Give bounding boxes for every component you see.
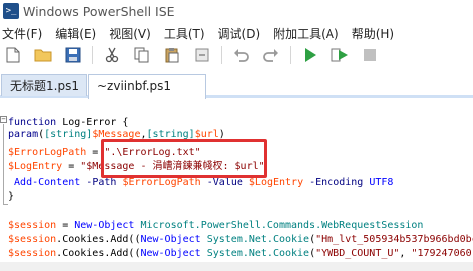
code-token: -Path	[86, 177, 117, 188]
horizontal-scrollbar[interactable]	[0, 262, 473, 271]
stop-icon[interactable]	[359, 45, 381, 65]
menu-view[interactable]: 视图(V)	[106, 25, 154, 42]
window-title: Windows PowerShell ISE	[23, 3, 175, 19]
code-token: -Value	[206, 177, 243, 188]
fold-gutter: −	[0, 116, 8, 206]
menu-file[interactable]: 文件(F)	[0, 25, 45, 42]
code-token: }	[8, 191, 15, 202]
code-token: $LogEntry	[248, 177, 304, 188]
code-token: $ErrorLogPath	[8, 147, 87, 158]
toolbar-separator	[290, 46, 291, 64]
code-token: $ErrorLogPath	[122, 177, 201, 188]
code-token: New-Object	[140, 248, 201, 259]
fold-end	[3, 204, 8, 205]
code-token: Microsoft.PowerShell.Commands.WebRequest…	[140, 220, 424, 231]
code-token: $session	[8, 248, 57, 259]
code-line[interactable]: }	[8, 191, 14, 203]
redo-icon[interactable]	[260, 45, 282, 65]
code-token: =	[56, 220, 75, 231]
menu-edit[interactable]: 编辑(E)	[52, 25, 99, 42]
code-token: UTF8	[369, 177, 394, 188]
code-token: ,	[399, 248, 412, 259]
code-token: -Encoding	[309, 177, 364, 188]
code-token: Log-Error {	[62, 117, 129, 128]
annotation-highlight	[101, 139, 267, 178]
save-icon[interactable]	[62, 45, 84, 65]
code-token: System.Net.Cookie	[206, 234, 310, 245]
code-line[interactable]: function Log-Error {	[8, 117, 128, 129]
code-token: [string]	[44, 129, 93, 140]
new-file-icon[interactable]	[2, 45, 24, 65]
code-token: Add-Content	[14, 177, 81, 188]
code-token: $LogEntry	[8, 161, 63, 172]
code-line[interactable]: $session.Cookies.Add((New-Object System.…	[8, 234, 473, 246]
menu-bar: 文件(F) 编辑(E) 视图(V) 工具(T) 调试(D) 附加工具(A) 帮助…	[0, 23, 473, 43]
fold-line	[3, 124, 4, 204]
collapse-icon[interactable]: −	[0, 116, 7, 123]
run-selection-icon[interactable]	[329, 45, 351, 65]
title-bar: >_ Windows PowerShell ISE	[0, 0, 473, 22]
undo-icon[interactable]	[230, 45, 252, 65]
code-token: System.Net.Cookie	[206, 248, 310, 259]
menu-help[interactable]: 帮助(H)	[349, 25, 397, 42]
run-icon[interactable]	[299, 45, 321, 65]
code-token: "YWBD_COUNT_U"	[315, 248, 400, 259]
menu-addons[interactable]: 附加工具(A)	[270, 25, 342, 42]
toolbar	[0, 44, 473, 66]
toolbar-separator	[92, 46, 93, 64]
tab-zviinbf[interactable]: ~zviinbf.ps1	[88, 74, 206, 99]
code-line[interactable]: $session.Cookies.Add((New-Object System.…	[8, 248, 473, 260]
code-line[interactable]: $session = New-Object Microsoft.PowerShe…	[8, 220, 423, 232]
code-token: $session	[8, 220, 57, 231]
code-line[interactable]: Add-Content -Path $ErrorLogPath -Value $…	[8, 177, 393, 189]
code-token: $session	[8, 234, 57, 245]
code-token: .Cookies.Add((	[56, 234, 141, 245]
paste-icon[interactable]	[161, 45, 183, 65]
code-token: param	[8, 129, 39, 140]
cut-icon[interactable]	[101, 45, 123, 65]
powershell-icon: >_	[3, 3, 19, 19]
code-token: New-Object	[74, 220, 135, 231]
script-editor[interactable]: − function Log-Error {param([string]$Mes…	[0, 100, 473, 271]
code-token: New-Object	[140, 234, 201, 245]
copy-icon[interactable]	[131, 45, 153, 65]
code-token: "Hm_lvt_505934b537b966bd0bc	[315, 234, 473, 245]
code-token: "179247060-	[411, 248, 473, 259]
clear-icon[interactable]	[191, 45, 213, 65]
menu-debug[interactable]: 调试(D)	[215, 25, 264, 42]
code-token: =	[62, 161, 81, 172]
tab-untitled1[interactable]: 无标题1.ps1	[1, 74, 87, 96]
toolbar-separator	[221, 46, 222, 64]
script-tab-bar: 无标题1.ps1 ~zviinbf.ps1	[0, 72, 473, 99]
open-folder-icon[interactable]	[32, 45, 54, 65]
code-token: function	[8, 117, 63, 128]
code-token: .Cookies.Add((	[56, 248, 141, 259]
menu-tools[interactable]: 工具(T)	[161, 25, 208, 42]
